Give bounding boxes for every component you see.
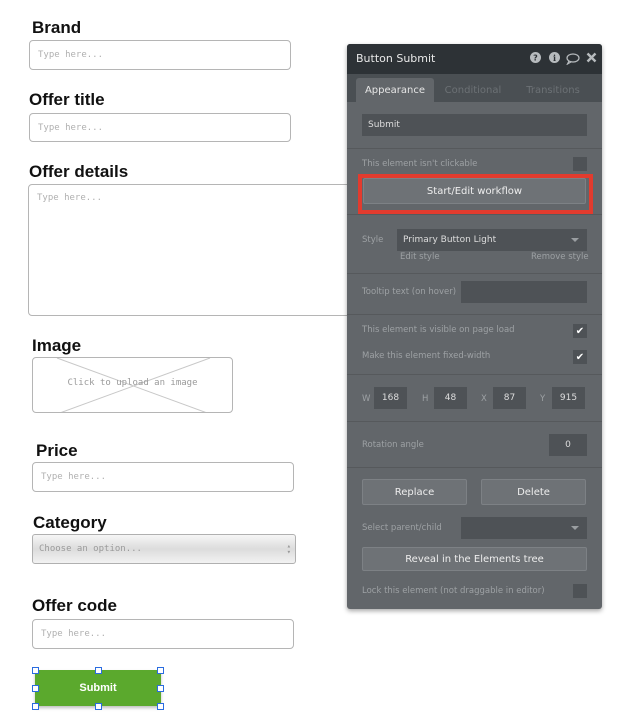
delete-button[interactable]: Delete <box>481 479 586 505</box>
width-label: W <box>362 394 371 404</box>
svg-text:i: i <box>553 53 556 63</box>
workflow-highlight-annotation <box>358 174 593 214</box>
visible-on-load-label: This element is visible on page load <box>362 325 515 335</box>
resize-handle-tl[interactable] <box>32 667 39 674</box>
fixed-width-label: Make this element fixed-width <box>362 351 491 361</box>
brand-input[interactable]: Type here... <box>29 40 291 70</box>
info-icon[interactable]: i <box>549 52 560 66</box>
style-value: Primary Button Light <box>403 235 497 245</box>
divider <box>347 421 602 422</box>
price-label: Price <box>36 441 78 460</box>
replace-button[interactable]: Replace <box>362 479 467 505</box>
divider <box>347 148 602 149</box>
height-label: H <box>422 394 429 404</box>
submit-button[interactable]: Submit <box>35 670 161 706</box>
parent-child-label: Select parent/child <box>362 523 442 533</box>
rotation-label: Rotation angle <box>362 440 424 450</box>
svg-text:?: ? <box>533 54 538 63</box>
tab-conditional[interactable]: Conditional <box>437 78 509 102</box>
offer-code-label: Offer code <box>32 596 118 615</box>
category-dropdown[interactable]: Choose an option... ▴ ▾ <box>32 534 296 564</box>
visible-on-load-checkbox[interactable]: ✔ <box>573 324 587 338</box>
property-editor-panel: Button Submit ? i Appearance Conditional… <box>347 44 602 609</box>
divider <box>347 214 602 215</box>
parent-child-dropdown[interactable] <box>461 517 587 539</box>
image-label: Image <box>32 336 82 355</box>
resize-handle-b[interactable] <box>95 703 102 710</box>
close-icon[interactable] <box>586 52 597 66</box>
help-icon[interactable]: ? <box>530 52 541 66</box>
panel-title: Button Submit <box>356 52 436 65</box>
brand-label: Brand <box>32 18 82 37</box>
button-text-input[interactable]: Submit <box>362 114 587 136</box>
offer-title-input[interactable]: Type here... <box>29 113 291 142</box>
offer-title-label: Offer title <box>29 90 105 109</box>
offer-code-input[interactable]: Type here... <box>32 619 294 649</box>
updown-arrows-icon: ▴ ▾ <box>286 542 291 556</box>
price-input[interactable]: Type here... <box>32 462 294 492</box>
resize-handle-bl[interactable] <box>32 703 39 710</box>
remove-style-link[interactable]: Remove style <box>531 252 589 262</box>
x-input[interactable]: 87 <box>493 387 526 409</box>
divider <box>347 374 602 375</box>
tab-bar: Appearance Conditional Transitions <box>347 74 602 102</box>
lock-element-label: Lock this element (not draggable in edit… <box>362 586 545 596</box>
tooltip-label: Tooltip text (on hover) <box>362 287 457 297</box>
upload-text: Click to upload an image <box>67 378 198 388</box>
resize-handle-t[interactable] <box>95 667 102 674</box>
y-label: Y <box>540 394 546 404</box>
edit-style-link[interactable]: Edit style <box>400 252 440 262</box>
tab-appearance[interactable]: Appearance <box>356 78 434 102</box>
rotation-input[interactable]: 0 <box>549 434 587 456</box>
y-input[interactable]: 915 <box>552 387 585 409</box>
lock-element-checkbox[interactable] <box>573 584 587 598</box>
offer-details-textarea[interactable]: Type here... <box>28 184 358 316</box>
tooltip-input[interactable] <box>461 281 587 303</box>
height-input[interactable]: 48 <box>434 387 467 409</box>
style-dropdown[interactable]: Primary Button Light <box>397 229 587 251</box>
image-uploader[interactable]: Click to upload an image <box>32 357 233 413</box>
reveal-in-elements-tree-button[interactable]: Reveal in the Elements tree <box>362 547 587 571</box>
resize-handle-r[interactable] <box>157 685 164 692</box>
tab-transitions[interactable]: Transitions <box>517 78 589 102</box>
resize-handle-l[interactable] <box>32 685 39 692</box>
offer-details-label: Offer details <box>29 162 129 181</box>
not-clickable-checkbox[interactable] <box>573 157 587 171</box>
divider <box>347 314 602 315</box>
resize-handle-br[interactable] <box>157 703 164 710</box>
resize-handle-tr[interactable] <box>157 667 164 674</box>
x-label: X <box>481 394 487 404</box>
caret-down-icon <box>571 526 579 530</box>
comment-icon[interactable] <box>566 53 580 68</box>
fixed-width-checkbox[interactable]: ✔ <box>573 350 587 364</box>
style-label: Style <box>362 235 384 245</box>
not-clickable-label: This element isn't clickable <box>362 159 478 169</box>
width-input[interactable]: 168 <box>374 387 407 409</box>
divider <box>347 467 602 468</box>
category-placeholder: Choose an option... <box>39 544 142 554</box>
panel-header[interactable]: Button Submit ? i <box>347 44 602 74</box>
category-label: Category <box>33 513 107 532</box>
caret-down-icon <box>571 238 579 242</box>
divider <box>347 273 602 274</box>
